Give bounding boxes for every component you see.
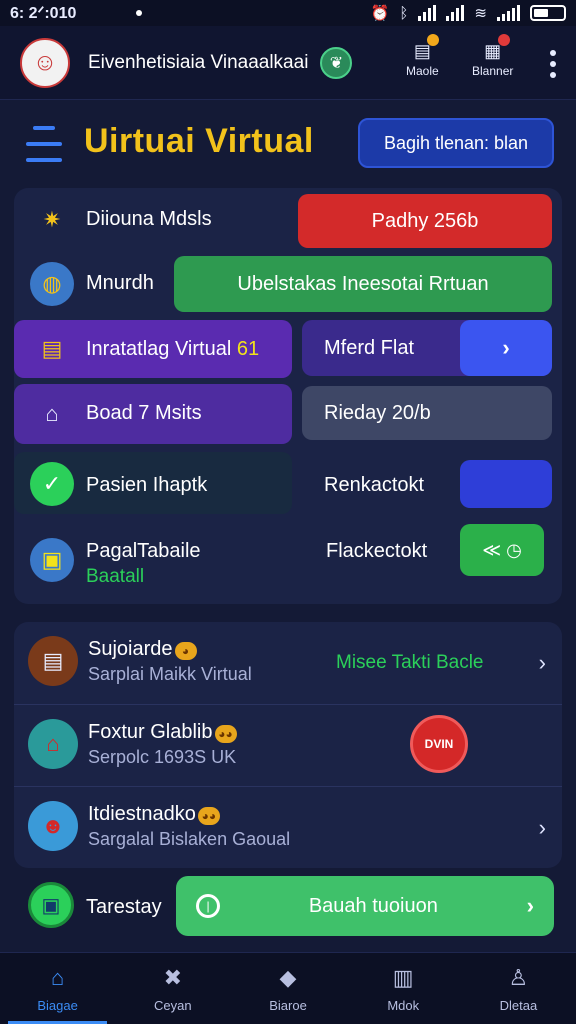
leaf-icon[interactable]: ❦ [320, 46, 353, 79]
row-label: Pasien Ihaptk [86, 474, 208, 496]
tab-bar: ⌂ Biagae ✖ Ceyan ◆ Biaroe ▥ Mdok ♙ Dleta… [0, 952, 576, 1024]
list-item[interactable]: ⌂ Foxtur Glablib ◕◕ Serpolc 1693S UK DVIN [14, 704, 562, 786]
main-panel: ✷ Diiouna Mdsls Padhy 256b ◍ Mnurdh Ubel… [14, 188, 562, 604]
list-item-subtitle: Sargalal Bislaken Gaoual [88, 829, 291, 849]
chevron-right-icon[interactable]: › [539, 650, 546, 676]
refresh-icon[interactable]: ≪ ◷ [460, 524, 544, 576]
building-icon: ⌂ [28, 719, 78, 769]
menu-icon[interactable] [26, 126, 62, 162]
bottom-action-label: Bauah tuoiuon [308, 894, 438, 917]
tag-icon: ◆ [279, 965, 297, 990]
tray-icon: ▦ [480, 34, 510, 64]
bottom-row: ▣ Tarestay | Bauah tuoiuon › [0, 868, 576, 946]
row-pill[interactable]: Ubelstakas Ineesotai Rrtuan [174, 256, 552, 312]
tab-profile[interactable]: ♙ Dletaa [461, 953, 576, 1024]
row-pill[interactable]: Padhy 256b [298, 194, 552, 248]
list-item-subtitle: Sarplai Maikk Virtual [88, 664, 252, 684]
row-pill-label: Rieday 20/b [324, 401, 431, 424]
row-toggle[interactable] [460, 460, 552, 508]
status-icons: ⏰ ᛒ ≋ [371, 4, 566, 22]
header-action-blanner[interactable]: ▦ Blanner [472, 34, 514, 78]
title-row: Uirtuai Virtual Bagih tlenan: blan [0, 100, 576, 188]
check-icon: ✓ [30, 462, 74, 506]
tab-tag[interactable]: ◆ Biaroe [230, 953, 345, 1024]
wallet-icon: ▣ [28, 882, 74, 928]
profile-icon: ♙ [508, 965, 529, 990]
app-header: ☺ Eivenhetisiaia Vinaaalkaai ❦ ▤ Maole ▦… [0, 26, 576, 100]
power-icon: | [196, 894, 220, 918]
tab-label: Mdok [387, 998, 420, 1013]
header-action-label: Maole [406, 64, 439, 78]
wifi-icon: ≋ [474, 5, 487, 22]
status-bar: 6: 2ᐟ:010 ⏰ ᛒ ≋ [0, 0, 576, 26]
tab-label: Ceyan [154, 998, 192, 1013]
title-action-button[interactable]: Bagih tlenan: blan [358, 118, 554, 168]
tab-home[interactable]: ⌂ Biagae [0, 953, 115, 1024]
list-item-status: Misee Takti Bacle [336, 652, 484, 673]
header-action-maole[interactable]: ▤ Maole [406, 34, 440, 78]
bottom-action-button[interactable]: | Bauah tuoiuon › [176, 876, 554, 936]
signal-icon [497, 5, 520, 21]
battery-icon [530, 5, 566, 21]
document-icon: ▤ [41, 336, 63, 361]
page-title: Uirtuai Virtual [84, 122, 314, 160]
chevron-right-icon[interactable]: › [460, 320, 552, 376]
tab-label: Biaroe [269, 998, 307, 1013]
list-panel: ▤ Sujoiarde ◕ Sarplai Maikk Virtual Misee… [14, 622, 562, 868]
row-sublabel: Baatall [86, 566, 145, 587]
status-time: 6: 2ᐟ:010 [10, 5, 77, 22]
chevron-right-icon: › [526, 893, 534, 918]
notification-icon: ▤ [409, 34, 440, 64]
list-item-subtitle: Serpolc 1693S UK [88, 747, 237, 767]
status-dot [136, 10, 143, 16]
shop-icon: ▥ [392, 965, 414, 990]
tab-tools[interactable]: ✖ Ceyan [115, 953, 230, 1024]
emoji-badge-icon: ◕◕ [197, 807, 220, 825]
sparkle-icon: ✷ [42, 207, 62, 232]
panel-row[interactable]: ✓ Pasien Ihaptk Renkactokt [14, 454, 562, 510]
avatar[interactable]: ☺ [20, 37, 70, 88]
panel-row: ◍ Mnurdh Ubelstakas Ineesotai Rrtuan [14, 256, 562, 312]
row-value: Flackectokt [326, 540, 428, 562]
home-icon: ⌂ [50, 965, 65, 990]
list-item[interactable]: ☻ Itdiestnadko ◕◕ Sargalal Bislaken Gaoua… [14, 786, 562, 868]
bottom-row-label: Tarestay [86, 896, 162, 918]
bank-icon: ⌂ [45, 401, 59, 426]
panel-row: ✷ Diiouna Mdsls Padhy 256b [14, 192, 562, 248]
row-label: Inratatlag Virtual 61 [86, 338, 260, 360]
panel-row[interactable]: ⌂ Boad 7 Msits Rieday 20/b [14, 386, 562, 442]
emoji-badge-icon: ◕ [174, 642, 197, 660]
row-label: Mnurdh [86, 272, 154, 294]
globe-icon: ◍ [30, 262, 74, 306]
card-icon: ▣ [30, 538, 74, 582]
list-item[interactable]: ▤ Sujoiarde ◕ Sarplai Maikk Virtual Misee… [14, 622, 562, 704]
row-value: Renkactokt [324, 474, 425, 496]
list-item-title: Itdiestnadko ◕◕ [88, 803, 220, 826]
list-item-title: Sujoiarde ◕ [88, 638, 197, 661]
person-icon: ☻ [28, 801, 78, 851]
row-pill-label: Mferd Flat [324, 336, 415, 359]
panel-row: ▣ PagalTabaile Baatall Flackectokt ≪ ◷ [14, 522, 562, 602]
signal-icon [418, 5, 437, 21]
stamp-badge: DVIN [410, 715, 468, 773]
stack-icon: ▤ [28, 636, 78, 686]
row-label: Diiouna Mdsls [86, 208, 212, 230]
emoji-badge-icon: ◕◕ [214, 725, 237, 743]
list-item-title: Foxtur Glablib ◕◕ [88, 721, 237, 744]
signal-icon [446, 5, 465, 21]
header-action-label: Blanner [472, 64, 514, 78]
tab-shop[interactable]: ▥ Mdok [346, 953, 461, 1024]
tab-label: Dletaa [499, 998, 538, 1013]
row-pill[interactable]: Rieday 20/b [302, 386, 552, 440]
row-label: Boad 7 Msits [86, 402, 202, 424]
tools-icon: ✖ [163, 965, 183, 990]
chevron-right-icon[interactable]: › [539, 815, 546, 841]
more-menu-icon[interactable] [550, 50, 556, 78]
tab-label: Biagae [37, 998, 78, 1013]
alarm-icon: ⏰ [370, 5, 390, 22]
bluetooth-icon: ᛒ [399, 4, 409, 22]
panel-row[interactable]: ▤ Inratatlag Virtual 61 Mferd Flat › [14, 320, 562, 376]
row-label: PagalTabaile [86, 540, 201, 562]
app-name: Eivenhetisiaia Vinaaalkaai [88, 51, 309, 73]
